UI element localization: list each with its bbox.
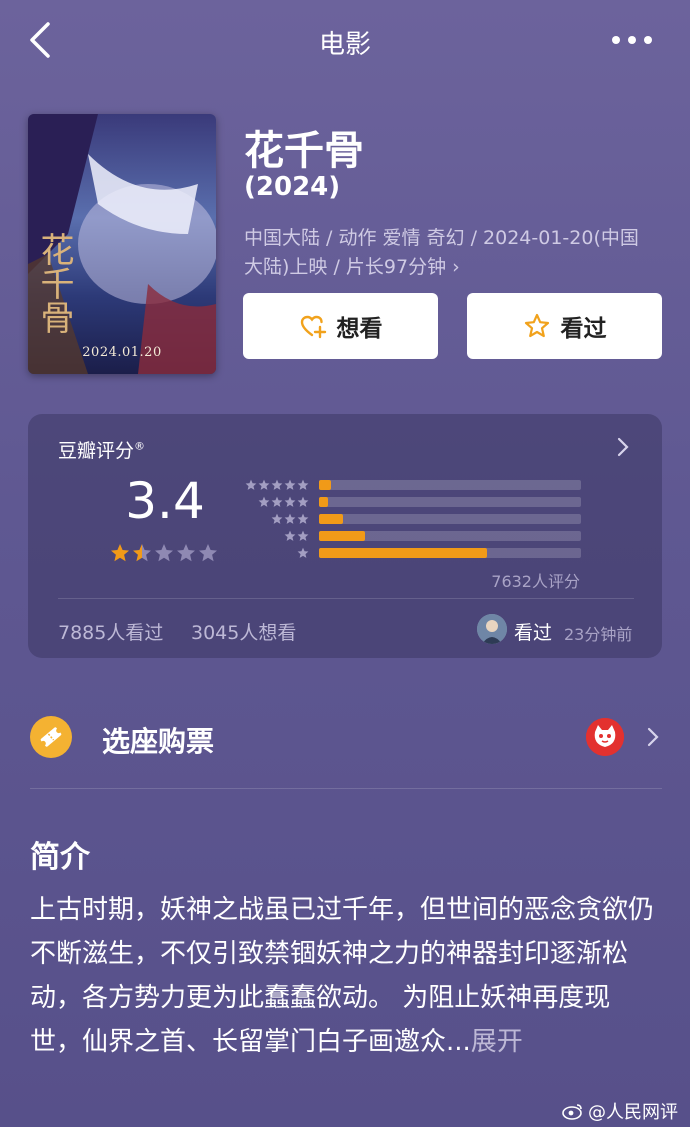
want-button[interactable]: 想看 (243, 293, 438, 359)
bar-stars (243, 530, 309, 542)
rating-bar-row (243, 510, 583, 527)
star-icon (133, 544, 151, 562)
star-icon (284, 479, 296, 490)
poster-date: 2024.01.20 (82, 345, 162, 360)
bar-track (319, 496, 581, 507)
star-icon (524, 313, 549, 338)
star-icon (284, 513, 296, 524)
raters-count: 7632人评分 (491, 572, 580, 591)
star-icon (258, 479, 270, 490)
star-icon (271, 496, 283, 507)
more-button[interactable] (612, 28, 652, 52)
rating-title: 豆瓣评分® (58, 439, 146, 462)
star-icon (284, 496, 296, 507)
star-icon (271, 479, 283, 490)
rating-bar-row (243, 544, 583, 561)
rating-bar-row (243, 493, 583, 510)
bar-fill (319, 479, 331, 490)
rating-bar-row (243, 527, 583, 544)
star-icon (177, 544, 195, 562)
bar-stars (243, 479, 309, 491)
cat-logo-icon[interactable] (586, 718, 624, 756)
bar-fill (319, 496, 329, 507)
bar-fill (319, 547, 487, 558)
friend-action: 看过 (514, 622, 553, 644)
more-icon (612, 36, 620, 44)
synopsis-text: 上古时期，妖神之战虽已过千年，但世间的恶念贪欲仍不断滋生，不仅引致禁锢妖神之力的… (30, 895, 655, 1057)
page-title: 电影 (318, 30, 371, 60)
star-icon (297, 496, 309, 507)
poster-calligraphy: 花千骨 (34, 232, 74, 334)
movie-title: 花千骨 (244, 128, 364, 174)
watched-count[interactable]: 7885人看过 (58, 618, 163, 645)
buy-ticket-link[interactable]: 选座购票 (102, 720, 214, 760)
want-label: 想看 (336, 316, 383, 342)
star-icon (155, 544, 173, 562)
bar-track (319, 479, 581, 490)
rating-stars (110, 543, 218, 563)
star-icon (199, 544, 217, 562)
seen-button[interactable]: 看过 (467, 293, 662, 359)
star-icon (271, 513, 283, 524)
wanted-count[interactable]: 3045人想看 (191, 618, 296, 645)
bar-fill (319, 530, 365, 541)
ticket-icon (30, 716, 72, 758)
avatar[interactable] (477, 614, 507, 644)
bar-stars (243, 496, 309, 508)
friend-time: 23分钟前 (564, 625, 633, 644)
movie-poster[interactable]: 花千骨 2024.01.20 (28, 114, 216, 374)
star-icon (297, 479, 309, 490)
ticket-arrow[interactable] (644, 726, 662, 748)
bar-track (319, 547, 581, 558)
rating-detail-arrow[interactable] (612, 436, 634, 458)
divider (58, 598, 634, 599)
registered-mark: ® (134, 439, 146, 453)
weibo-icon (562, 1104, 582, 1120)
rating-distribution (243, 476, 583, 561)
movie-meta[interactable]: 中国大陆 / 动作 爱情 奇幻 / 2024-01-20(中国大陆)上映 / 片… (244, 224, 656, 282)
bar-track (319, 530, 581, 541)
movie-year: (2024) (244, 172, 341, 202)
chevron-right-icon (647, 727, 659, 747)
heart-plus-icon (300, 315, 326, 339)
star-icon (284, 530, 296, 541)
star-icon (297, 513, 309, 524)
rating-bar-row (243, 476, 583, 493)
bar-fill (319, 513, 343, 524)
chevron-right-icon (617, 437, 629, 457)
bar-stars (243, 547, 309, 559)
divider (30, 788, 662, 789)
synopsis-heading: 简介 (30, 840, 90, 875)
star-icon (258, 496, 270, 507)
star-icon (245, 479, 257, 490)
star-icon (111, 544, 129, 562)
watermark: @人民网评 (562, 1098, 678, 1124)
bar-track (319, 513, 581, 524)
seen-label: 看过 (560, 316, 607, 342)
expand-link[interactable]: 展开 (471, 1027, 523, 1057)
star-icon (297, 547, 309, 558)
bar-stars (243, 513, 309, 525)
star-icon (297, 530, 309, 541)
